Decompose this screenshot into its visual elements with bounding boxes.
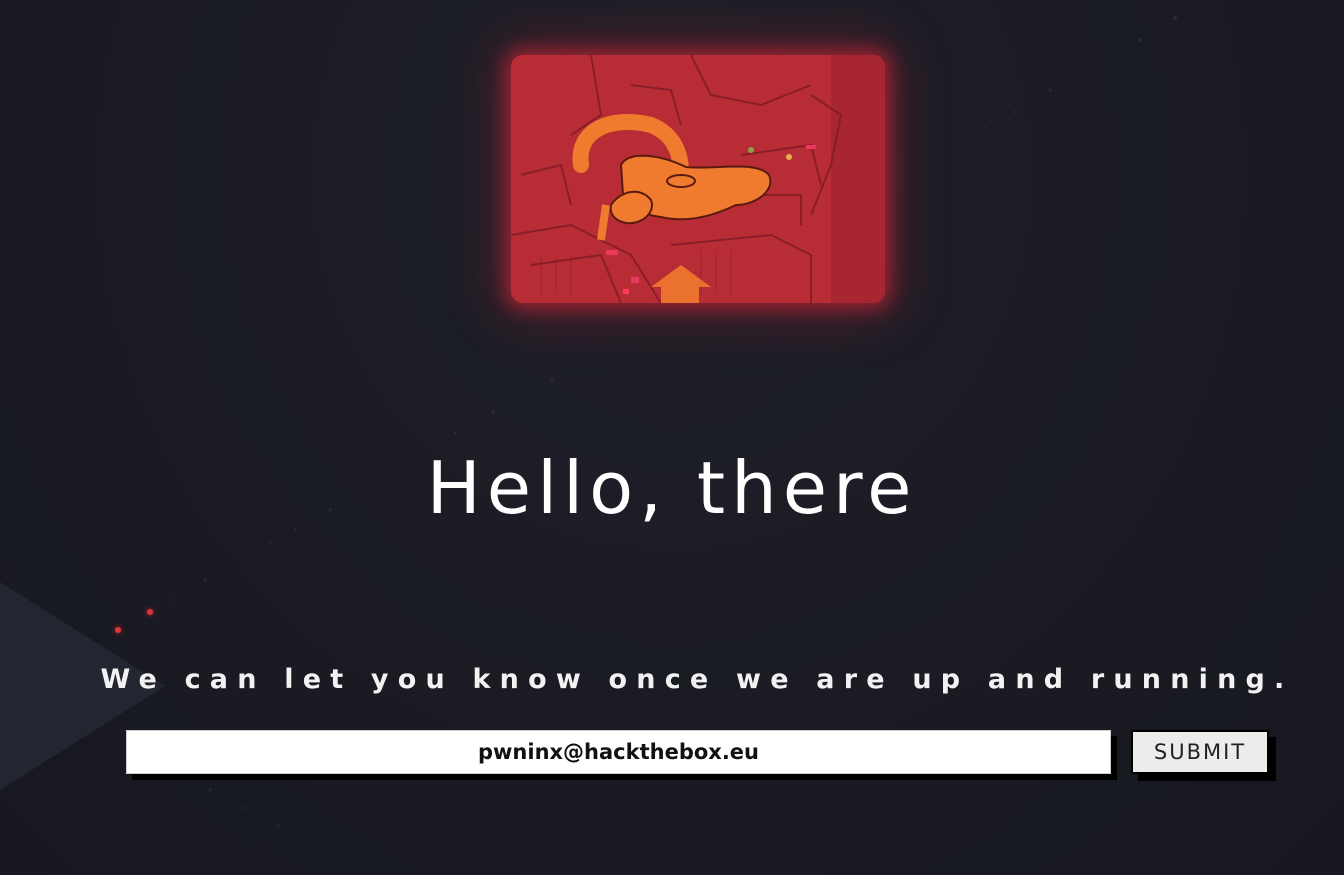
landing-page: Hello, there We can let you know once we…	[0, 0, 1344, 875]
submit-button[interactable]: SUBMIT	[1131, 730, 1269, 774]
hero-cartoon-image	[511, 55, 885, 303]
page-heading: Hello, there	[426, 446, 918, 530]
notify-message: We can let you know once we are up and r…	[100, 664, 1294, 695]
email-input[interactable]	[126, 730, 1111, 774]
hero-image	[511, 55, 885, 303]
red-spark	[115, 627, 121, 633]
red-spark	[147, 609, 153, 615]
